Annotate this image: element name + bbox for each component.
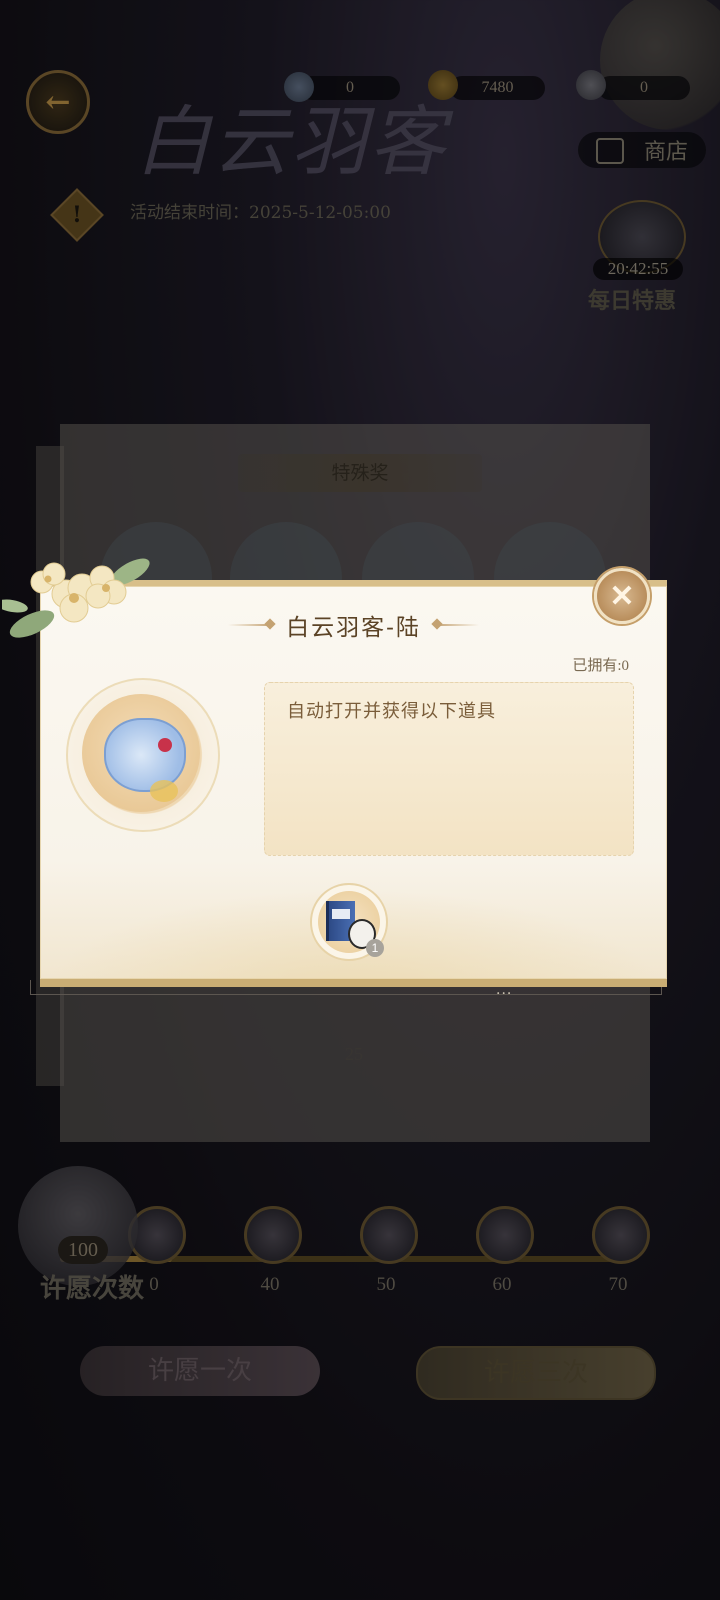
silk-pouch-icon bbox=[104, 718, 186, 802]
close-button[interactable]: ✕ bbox=[594, 568, 650, 624]
pouch-knot bbox=[158, 738, 172, 752]
modal-title: 白云羽客-陆 bbox=[286, 615, 421, 641]
modal-dots: ··· bbox=[496, 986, 513, 1002]
item-icon-frame bbox=[66, 678, 220, 832]
item-description: 自动打开并获得以下道具 bbox=[287, 701, 496, 722]
close-icon: ✕ bbox=[609, 578, 635, 614]
reward-count-badge: 1 bbox=[366, 939, 384, 957]
owned-count: 已拥有:0 bbox=[572, 658, 629, 674]
title-right-ornament bbox=[431, 618, 479, 630]
title-left-ornament bbox=[228, 618, 276, 630]
flower-decoration bbox=[2, 558, 150, 638]
reward-item[interactable]: 1 bbox=[310, 883, 388, 961]
item-description-box: 自动打开并获得以下道具 bbox=[264, 682, 634, 856]
pouch-embroidery bbox=[150, 780, 178, 802]
item-icon-background bbox=[82, 694, 200, 812]
